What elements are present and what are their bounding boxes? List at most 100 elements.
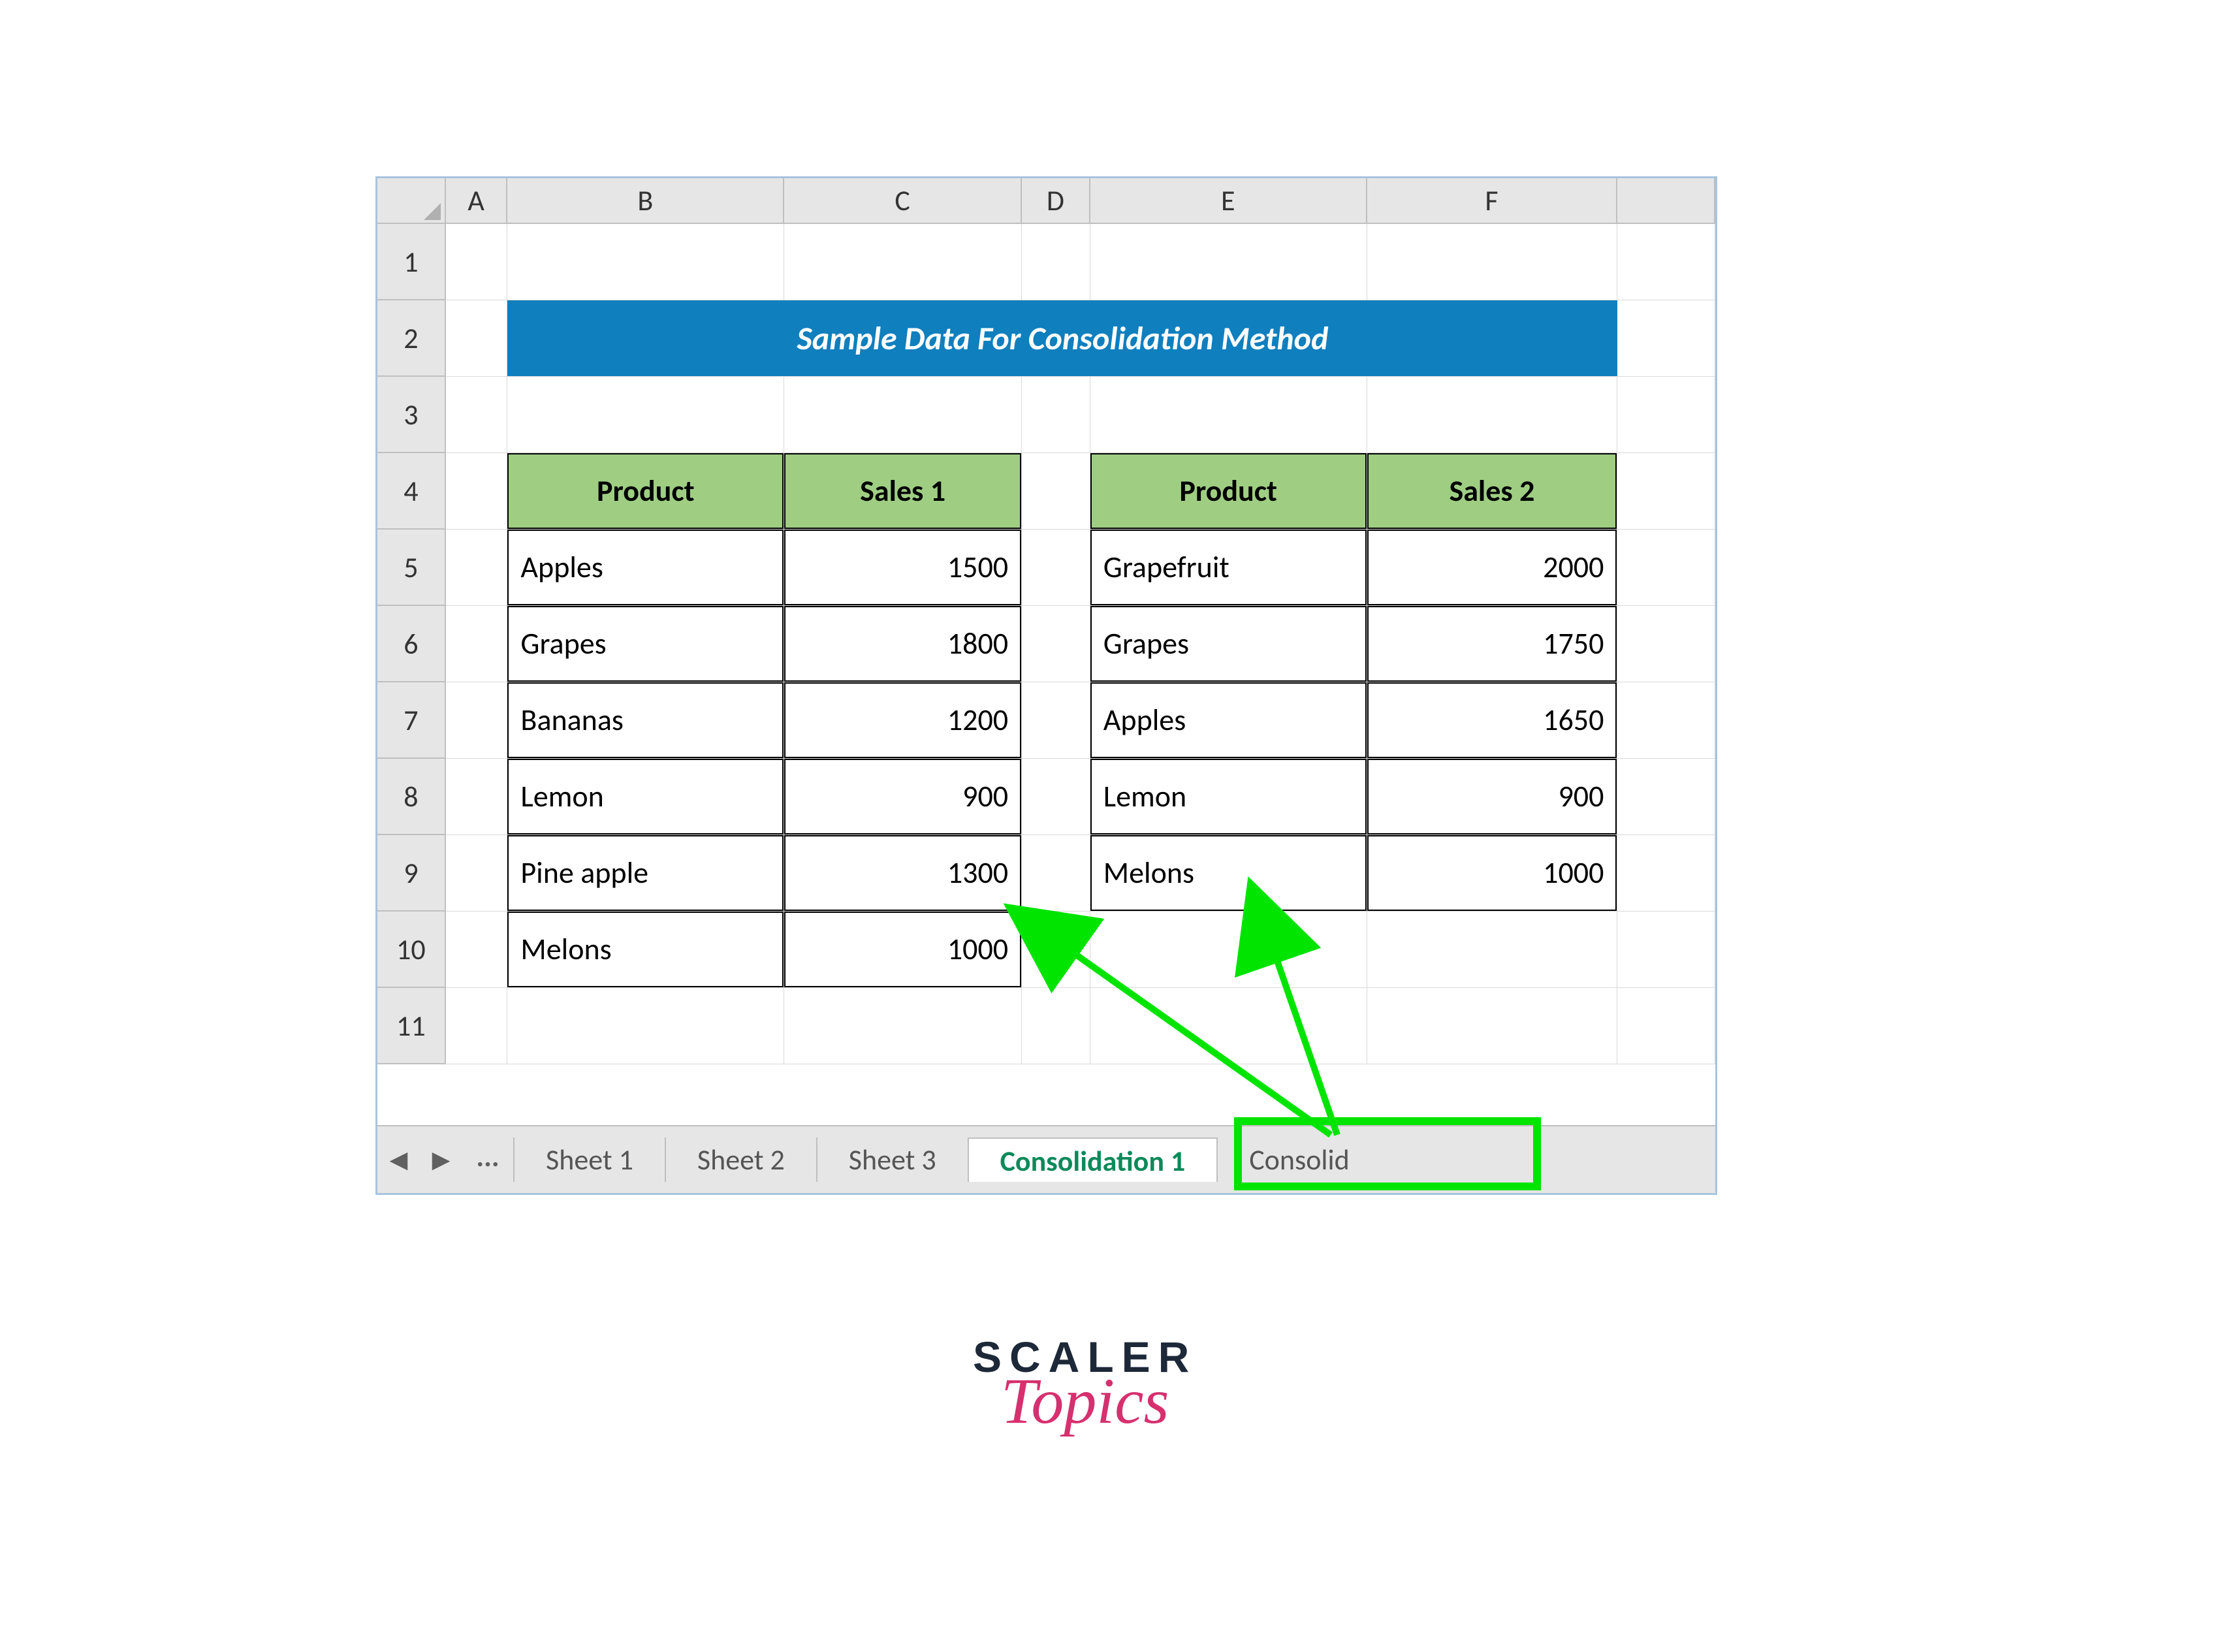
cell-F11[interactable] xyxy=(1367,988,1618,1064)
cell-G3[interactable] xyxy=(1617,377,1715,453)
cell-A9[interactable] xyxy=(446,835,508,912)
cell-E7[interactable]: Apples xyxy=(1090,682,1367,759)
tab-sheet-2[interactable]: Sheet 2 xyxy=(666,1137,817,1182)
row-header-10[interactable]: 10 xyxy=(377,912,446,988)
cell-A5[interactable] xyxy=(446,530,508,606)
cell-B2-F2-merged[interactable]: Sample Data For Consolidation Method xyxy=(507,300,1617,377)
cell-D5[interactable] xyxy=(1022,530,1090,606)
cell-G1[interactable] xyxy=(1617,224,1715,300)
cell-G5[interactable] xyxy=(1617,530,1715,606)
cell-C7[interactable]: 1200 xyxy=(784,682,1022,759)
cell-A2[interactable] xyxy=(446,300,508,377)
cell-F10[interactable] xyxy=(1367,912,1618,988)
tab-nav-prev[interactable]: ◀ xyxy=(377,1145,420,1174)
cell-F8[interactable]: 900 xyxy=(1367,759,1618,835)
cell-E5[interactable]: Grapefruit xyxy=(1090,530,1367,606)
tab-sheet-3[interactable]: Sheet 3 xyxy=(817,1137,969,1182)
cell-D6[interactable] xyxy=(1022,606,1090,682)
cell-F7[interactable]: 1650 xyxy=(1367,682,1618,759)
cell-E10[interactable] xyxy=(1090,912,1367,988)
cell-C1[interactable] xyxy=(784,224,1022,300)
cell-F9[interactable]: 1000 xyxy=(1367,835,1618,912)
col-header-B[interactable]: B xyxy=(507,178,784,223)
col-header-F[interactable]: F xyxy=(1367,178,1618,223)
cell-F6[interactable]: 1750 xyxy=(1367,606,1618,682)
cell-D9[interactable] xyxy=(1022,835,1090,912)
row-header-9[interactable]: 9 xyxy=(377,835,446,912)
tab-nav-next[interactable]: ▶ xyxy=(420,1145,462,1174)
cell-D11[interactable] xyxy=(1022,988,1090,1064)
cell-D3[interactable] xyxy=(1022,377,1090,453)
col-header-E[interactable]: E xyxy=(1090,178,1367,223)
col-header-C[interactable]: C xyxy=(784,178,1022,223)
row-header-8[interactable]: 8 xyxy=(377,759,446,835)
cell-G8[interactable] xyxy=(1617,759,1715,835)
cell-B3[interactable] xyxy=(507,377,784,453)
cell-F4[interactable]: Sales 2 xyxy=(1367,453,1618,530)
row-header-2[interactable]: 2 xyxy=(377,300,446,377)
cell-E4[interactable]: Product xyxy=(1090,453,1367,530)
cell-E6[interactable]: Grapes xyxy=(1090,606,1367,682)
row-header-3[interactable]: 3 xyxy=(377,377,446,453)
tab-consolidation-1[interactable]: Consolidation 1 xyxy=(969,1137,1218,1182)
cell-A11[interactable] xyxy=(446,988,508,1064)
select-all-corner[interactable] xyxy=(377,178,446,223)
cell-C4[interactable]: Sales 1 xyxy=(784,453,1022,530)
tab-ellipsis[interactable]: ... xyxy=(462,1137,515,1182)
cell-G9[interactable] xyxy=(1617,835,1715,912)
cell-G4[interactable] xyxy=(1617,453,1715,530)
cell-E1[interactable] xyxy=(1090,224,1367,300)
row-header-4[interactable]: 4 xyxy=(377,453,446,530)
cell-E11[interactable] xyxy=(1090,988,1367,1064)
cell-G10[interactable] xyxy=(1617,912,1715,988)
cell-D1[interactable] xyxy=(1022,224,1090,300)
cell-C9[interactable]: 1300 xyxy=(784,835,1022,912)
cell-F3[interactable] xyxy=(1367,377,1618,453)
cell-B10[interactable]: Melons xyxy=(507,912,784,988)
cell-B8[interactable]: Lemon xyxy=(507,759,784,835)
cell-B11[interactable] xyxy=(507,988,784,1064)
cell-D4[interactable] xyxy=(1022,453,1090,530)
cell-C10[interactable]: 1000 xyxy=(784,912,1022,988)
cell-A1[interactable] xyxy=(446,224,508,300)
cell-C5[interactable]: 1500 xyxy=(784,530,1022,606)
cell-B7[interactable]: Bananas xyxy=(507,682,784,759)
cell-G7[interactable] xyxy=(1617,682,1715,759)
cell-C6[interactable]: 1800 xyxy=(784,606,1022,682)
cell-B5[interactable]: Apples xyxy=(507,530,784,606)
col-header-A[interactable]: A xyxy=(446,178,508,223)
cell-E9[interactable]: Melons xyxy=(1090,835,1367,912)
cell-A8[interactable] xyxy=(446,759,508,835)
cell-B9[interactable]: Pine apple xyxy=(507,835,784,912)
cell-G11[interactable] xyxy=(1617,988,1715,1064)
row-header-5[interactable]: 5 xyxy=(377,530,446,606)
col-header-D[interactable]: D xyxy=(1022,178,1090,223)
cell-C11[interactable] xyxy=(784,988,1022,1064)
tab-consolidation-partial[interactable]: Consolid xyxy=(1218,1137,1381,1182)
cell-G6[interactable] xyxy=(1617,606,1715,682)
cell-E3[interactable] xyxy=(1090,377,1367,453)
cell-C8[interactable]: 900 xyxy=(784,759,1022,835)
col-header-extra[interactable] xyxy=(1617,178,1715,223)
cell-G2[interactable] xyxy=(1617,300,1715,377)
row-header-7[interactable]: 7 xyxy=(377,682,446,759)
cell-D7[interactable] xyxy=(1022,682,1090,759)
cell-C3[interactable] xyxy=(784,377,1022,453)
cell-A10[interactable] xyxy=(446,912,508,988)
cell-F1[interactable] xyxy=(1367,224,1618,300)
cell-D10[interactable] xyxy=(1022,912,1090,988)
cell-B4[interactable]: Product xyxy=(507,453,784,530)
row-header-1[interactable]: 1 xyxy=(377,224,446,300)
cell-E8[interactable]: Lemon xyxy=(1090,759,1367,835)
row-header-11[interactable]: 11 xyxy=(377,988,446,1064)
cell-F5[interactable]: 2000 xyxy=(1367,530,1618,606)
cell-B1[interactable] xyxy=(507,224,784,300)
cell-A4[interactable] xyxy=(446,453,508,530)
cell-A6[interactable] xyxy=(446,606,508,682)
tab-sheet-1[interactable]: Sheet 1 xyxy=(515,1137,666,1182)
row-header-6[interactable]: 6 xyxy=(377,606,446,682)
cell-B6[interactable]: Grapes xyxy=(507,606,784,682)
cell-A3[interactable] xyxy=(446,377,508,453)
cell-D8[interactable] xyxy=(1022,759,1090,835)
cell-A7[interactable] xyxy=(446,682,508,759)
